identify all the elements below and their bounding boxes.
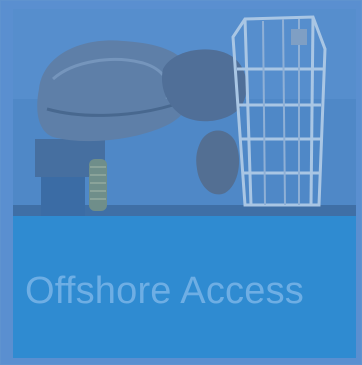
tile-left-border: [1, 1, 13, 364]
gangway-crane-photo: [13, 9, 356, 216]
tile-top-border: [1, 1, 361, 9]
tile-caption-banner: Offshore Access: [13, 216, 356, 360]
tile-title: Offshore Access: [25, 270, 304, 312]
tile-bottom-border: [1, 358, 361, 364]
offshore-access-tile[interactable]: Offshore Access: [0, 0, 362, 365]
